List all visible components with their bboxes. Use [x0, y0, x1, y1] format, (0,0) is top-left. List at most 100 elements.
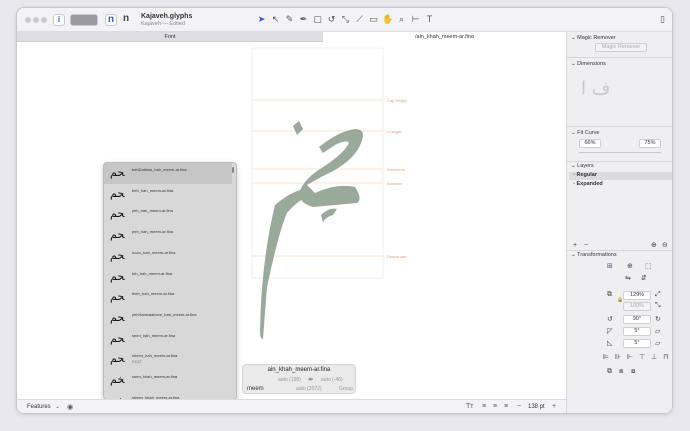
popup-scrollbar[interactable]: [232, 167, 234, 173]
crosshair-icon[interactable]: ⊕: [627, 263, 633, 271]
popup-item[interactable]: ﺤﻢ teh_hah_meem-ar.fina: [104, 267, 232, 288]
edit-view-button[interactable]: n: [105, 14, 117, 26]
info-view-button[interactable]: i: [53, 14, 65, 26]
intersect-icon[interactable]: ⧇: [631, 368, 635, 376]
select-tool-icon[interactable]: ↖: [270, 14, 281, 25]
features-popup-button[interactable]: Features ⌄: [27, 404, 60, 410]
align-right-edge-icon[interactable]: ⊩: [627, 354, 633, 362]
lsb-field[interactable]: auto (198): [278, 377, 301, 383]
scale-field-2[interactable]: 100%: [623, 302, 651, 311]
cap-height-label: Cap Height: [387, 98, 408, 103]
primitives-tool-icon[interactable]: ▢: [312, 14, 323, 25]
align-right-icon[interactable]: ≡: [504, 403, 508, 410]
popup-item[interactable]: ﺨﻢ seen_khah_meem-ar.fina: [104, 370, 232, 391]
slant-field-1[interactable]: 5°: [623, 327, 651, 336]
scale-tool-icon[interactable]: ⤡: [340, 14, 351, 25]
popup-item[interactable]: ﺤﻢ seen_hah_meem-ar.fina: [104, 329, 232, 350]
subtract-icon[interactable]: ⧈: [619, 368, 623, 376]
preview-view-button[interactable]: n: [120, 14, 132, 26]
align-center-icon[interactable]: ≡: [493, 403, 497, 410]
rotate-field[interactable]: 90°: [623, 315, 651, 324]
close-window-button[interactable]: [25, 17, 31, 23]
zoom-window-button[interactable]: [41, 17, 47, 23]
align-hcenter-icon[interactable]: ⊪: [615, 354, 621, 362]
glyph-edit-canvas[interactable]: Cap Height x-height Kasheeda Baseline De…: [17, 43, 566, 399]
dotted-frame-icon[interactable]: ⬚: [645, 263, 652, 271]
zoom-out-button[interactable]: −: [517, 403, 521, 410]
scale-field[interactable]: 129%: [623, 291, 651, 300]
slant-right-icon[interactable]: ▱: [655, 328, 660, 336]
fit-curve-min-field[interactable]: 66%: [579, 139, 601, 148]
glyph-outline: [260, 121, 363, 339]
scale-icon[interactable]: ⧉: [607, 291, 612, 299]
skew-right-icon[interactable]: ▱: [655, 340, 660, 348]
minimize-window-button[interactable]: [33, 17, 39, 23]
remove-layer-icon[interactable]: −: [584, 242, 588, 250]
bottom-bar: Features ⌄ ◉ Tт ≡ ≡ ≡ − 138 pt +: [17, 399, 566, 413]
measure-tool-icon[interactable]: ⊢: [410, 14, 421, 25]
popup-item[interactable]: ﺤﻢ beh_hah_meem-ar.fina: [104, 184, 232, 205]
align-vcenter-icon[interactable]: ⊥: [651, 354, 657, 362]
popup-item[interactable]: ﺤﻢ yeh_hah_meem-ar.fina: [104, 204, 232, 225]
add-layer-icon[interactable]: +: [573, 242, 577, 250]
rotate-cw-icon[interactable]: ↻: [655, 316, 661, 324]
flip-vertical-icon[interactable]: ⇵: [641, 275, 647, 283]
eye-icon[interactable]: ◉: [67, 403, 73, 411]
magic-remover-button[interactable]: Magic Remover: [595, 43, 647, 52]
layer-remove-icon[interactable]: ⊖: [662, 242, 668, 250]
rotate-tool-icon[interactable]: ↺: [326, 14, 337, 25]
rotate-ccw-icon[interactable]: ↺: [607, 316, 613, 324]
align-top-icon[interactable]: ⊤: [639, 354, 645, 362]
glyph-name-field[interactable]: ain_khah_meem-ar.fina: [243, 367, 355, 373]
scale-up-icon[interactable]: ⤢: [655, 291, 661, 299]
pen-tool-icon[interactable]: ✒: [298, 14, 309, 25]
knife-tool-icon[interactable]: ⟋: [354, 14, 365, 25]
popup-item[interactable]: ﺤﻢ theh_hah_meem-ar.fina: [104, 287, 232, 308]
skew-left-icon[interactable]: ◺: [607, 340, 612, 348]
scale-down-icon[interactable]: ⤡: [655, 302, 661, 310]
text-tool-icon[interactable]: T: [424, 14, 435, 25]
layer-eye-icon[interactable]: ◦: [569, 181, 575, 187]
tab-font[interactable]: Font: [17, 32, 323, 42]
align-left-icon[interactable]: ≡: [482, 403, 486, 410]
group-field[interactable]: Group: [339, 386, 353, 392]
hand-tool-icon[interactable]: ✋: [382, 14, 393, 25]
view-mode-segment[interactable]: [70, 14, 98, 26]
align-bottom-icon[interactable]: ⊓: [663, 354, 668, 362]
popup-item-name: sheen_hah_meem-ar.fina: [132, 353, 178, 359]
width-field[interactable]: auto (2072): [296, 386, 322, 392]
tab-glyph[interactable]: /ain_khah_meem-ar.fina: [323, 32, 566, 42]
align-left-edge-icon[interactable]: ⊫: [603, 354, 609, 362]
mirror-icon[interactable]: ⇋: [625, 275, 631, 283]
popup-item[interactable]: ﺤﻢ behDotless_hah_meem-ar.fina: [104, 163, 232, 184]
sidebar-toggle-icon[interactable]: ▯: [657, 14, 668, 25]
layer-eye-icon[interactable]: ◦: [569, 172, 575, 178]
fit-curve-max-field[interactable]: 75%: [639, 139, 661, 148]
popup-item[interactable]: ﺤﻢ yehHamzaabove_hah_meem-ar.fina: [104, 308, 232, 329]
slant-left-icon[interactable]: ◸: [607, 328, 612, 336]
popup-item-name: beh_hah_meem-ar.fina: [132, 187, 174, 193]
text-size-icon[interactable]: Tт: [466, 403, 473, 410]
draw-tool-icon[interactable]: ✎: [284, 14, 295, 25]
unicode-char-field[interactable]: meem: [247, 386, 264, 392]
union-icon[interactable]: ⧉: [607, 368, 612, 376]
layer-row-expanded[interactable]: ◦ Expanded: [569, 181, 672, 189]
zoom-value-field[interactable]: 138 pt: [528, 404, 545, 410]
rsb-field[interactable]: auto (-46): [321, 377, 343, 383]
glyph-completion-popup[interactable]: ﺤﻢ behDotless_hah_meem-ar.fina ﺤﻢ beh_ha…: [103, 162, 237, 400]
popup-item[interactable]: ﺤﻢ noon_hah_meem-ar.fina: [104, 246, 232, 267]
layer-name: Regular: [576, 172, 597, 178]
popup-item[interactable]: ﺤﻢ peh_hah_meem-ar.fina: [104, 225, 232, 246]
divider: [567, 250, 672, 251]
annotation-tool-icon[interactable]: ▭: [368, 14, 379, 25]
fit-curve-slider[interactable]: [579, 152, 661, 153]
popup-item[interactable]: ﺤﻢ sheen_hah_meem-ar.fina FEAT: [104, 349, 232, 370]
origin-grid-icon[interactable]: ⊞: [607, 263, 613, 271]
transformations-label: Transformations: [577, 252, 617, 258]
pointer-tool-icon[interactable]: ➤: [256, 14, 267, 25]
zoom-in-button[interactable]: +: [552, 403, 556, 410]
layer-options-icon[interactable]: ⊕: [651, 242, 657, 250]
layer-row-regular[interactable]: ◦ Regular: [569, 172, 672, 180]
zoom-tool-icon[interactable]: ⌕: [396, 14, 407, 25]
slant-field-2[interactable]: 5°: [623, 339, 651, 348]
